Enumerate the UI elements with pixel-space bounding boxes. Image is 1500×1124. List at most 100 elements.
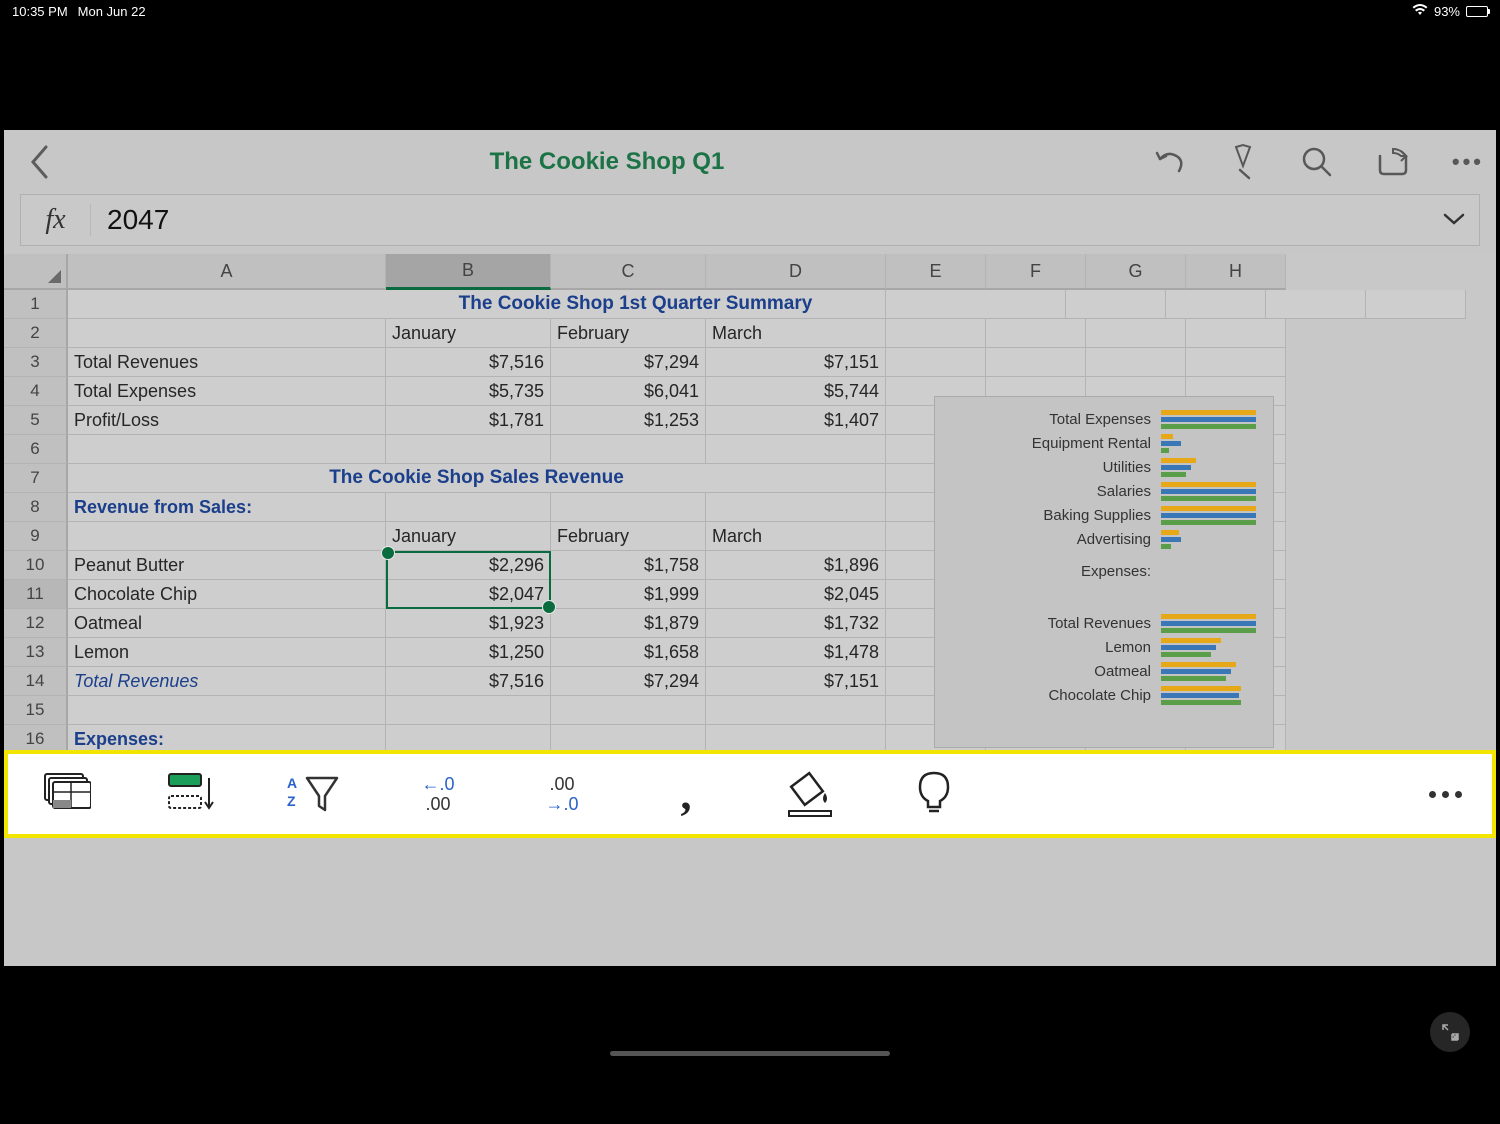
cell-G1[interactable] — [1266, 290, 1366, 319]
cell-A3[interactable]: Total Revenues — [68, 348, 386, 377]
cell-G2[interactable] — [1086, 319, 1186, 348]
row-header-4[interactable]: 4 — [4, 377, 68, 406]
row-header-5[interactable]: 5 — [4, 406, 68, 435]
search-button[interactable] — [1300, 145, 1334, 179]
cell-G3[interactable] — [1086, 348, 1186, 377]
col-header-E[interactable]: E — [886, 254, 986, 290]
cell-F1[interactable] — [1166, 290, 1266, 319]
cell-D13[interactable]: $1,478 — [706, 638, 886, 667]
share-button[interactable] — [1374, 145, 1412, 179]
cell-D6[interactable] — [706, 435, 886, 464]
cell-A12[interactable]: Oatmeal — [68, 609, 386, 638]
col-header-G[interactable]: G — [1086, 254, 1186, 290]
cell-A8[interactable]: Revenue from Sales: — [68, 493, 386, 522]
cell-B12[interactable]: $1,923 — [386, 609, 551, 638]
back-button[interactable] — [16, 145, 62, 179]
col-header-A[interactable]: A — [68, 254, 386, 290]
cell-C13[interactable]: $1,658 — [551, 638, 706, 667]
cell-A1[interactable] — [68, 290, 386, 319]
row-header-2[interactable]: 2 — [4, 319, 68, 348]
select-all-corner[interactable] — [4, 254, 68, 290]
cell-D5[interactable]: $1,407 — [706, 406, 886, 435]
cell-H1[interactable] — [1366, 290, 1466, 319]
cell-A11[interactable]: Chocolate Chip — [68, 580, 386, 609]
title-sales-revenue[interactable]: The Cookie Shop Sales Revenue — [68, 464, 886, 493]
cell-C2[interactable]: February — [551, 319, 706, 348]
col-header-H[interactable]: H — [1186, 254, 1286, 290]
cell-B14[interactable]: $7,516 — [386, 667, 551, 696]
insert-row-button[interactable] — [162, 766, 218, 822]
home-indicator[interactable] — [610, 1051, 890, 1056]
document-title[interactable]: The Cookie Shop Q1 — [62, 148, 1152, 176]
cell-B11[interactable]: $2,047 — [386, 580, 551, 609]
cell-B13[interactable]: $1,250 — [386, 638, 551, 667]
formula-expand-button[interactable] — [1429, 209, 1479, 232]
chart-object[interactable]: Total Expenses Equipment Rental Utilitie… — [934, 396, 1274, 748]
cell-D10[interactable]: $1,896 — [706, 551, 886, 580]
cell-D9[interactable]: March — [706, 522, 886, 551]
row-header-6[interactable]: 6 — [4, 435, 68, 464]
cell-B15[interactable] — [386, 696, 551, 725]
cell-D4[interactable]: $5,744 — [706, 377, 886, 406]
cell-D3[interactable]: $7,151 — [706, 348, 886, 377]
cell-D2[interactable]: March — [706, 319, 886, 348]
row-header-9[interactable]: 9 — [4, 522, 68, 551]
cell-C6[interactable] — [551, 435, 706, 464]
cell-B2[interactable]: January — [386, 319, 551, 348]
cell-C11[interactable]: $1,999 — [551, 580, 706, 609]
toolbar-more-button[interactable] — [1429, 791, 1462, 798]
cell-E1[interactable] — [1066, 290, 1166, 319]
edit-button[interactable] — [1226, 143, 1260, 181]
col-header-F[interactable]: F — [986, 254, 1086, 290]
cell-B4[interactable]: $5,735 — [386, 377, 551, 406]
cell-B9[interactable]: January — [386, 522, 551, 551]
formula-bar[interactable]: fx 2047 — [20, 194, 1480, 246]
cell-A15[interactable] — [68, 696, 386, 725]
row-header-15[interactable]: 15 — [4, 696, 68, 725]
cell-C10[interactable]: $1,758 — [551, 551, 706, 580]
cell-A4[interactable]: Total Expenses — [68, 377, 386, 406]
cell-D11[interactable]: $2,045 — [706, 580, 886, 609]
cell-A10[interactable]: Peanut Butter — [68, 551, 386, 580]
cell-C5[interactable]: $1,253 — [551, 406, 706, 435]
cell-B5[interactable]: $1,781 — [386, 406, 551, 435]
decrease-decimal-button[interactable]: ←.0 .00 — [410, 766, 466, 822]
row-header-1[interactable]: 1 — [4, 290, 68, 319]
row-header-14[interactable]: 14 — [4, 667, 68, 696]
cell-B10[interactable]: $2,296 — [386, 551, 551, 580]
cell-B8[interactable] — [386, 493, 551, 522]
cell-C8[interactable] — [551, 493, 706, 522]
cell-B3[interactable]: $7,516 — [386, 348, 551, 377]
row-header-13[interactable]: 13 — [4, 638, 68, 667]
cell-E3[interactable] — [886, 348, 986, 377]
col-header-C[interactable]: C — [551, 254, 706, 290]
col-header-D[interactable]: D — [706, 254, 886, 290]
cell-D15[interactable] — [706, 696, 886, 725]
row-header-8[interactable]: 8 — [4, 493, 68, 522]
cell-C12[interactable]: $1,879 — [551, 609, 706, 638]
cell-A2[interactable] — [68, 319, 386, 348]
cell-F2[interactable] — [986, 319, 1086, 348]
cell-H3[interactable] — [1186, 348, 1286, 377]
cell-D1[interactable] — [886, 290, 1066, 319]
undo-button[interactable] — [1152, 145, 1186, 179]
cell-A14[interactable]: Total Revenues — [68, 667, 386, 696]
comma-format-button[interactable]: , — [658, 766, 714, 822]
cell-A13[interactable]: Lemon — [68, 638, 386, 667]
row-header-12[interactable]: 12 — [4, 609, 68, 638]
formula-value[interactable]: 2047 — [91, 204, 1429, 236]
cell-C9[interactable]: February — [551, 522, 706, 551]
cell-D8[interactable] — [706, 493, 886, 522]
cell-B6[interactable] — [386, 435, 551, 464]
more-button[interactable]: ••• — [1452, 149, 1484, 175]
title-q1-summary[interactable]: The Cookie Shop 1st Quarter Summary — [386, 290, 886, 319]
increase-decimal-button[interactable]: .00 →.0 — [534, 766, 590, 822]
cell-C3[interactable]: $7,294 — [551, 348, 706, 377]
cell-A6[interactable] — [68, 435, 386, 464]
cell-E2[interactable] — [886, 319, 986, 348]
card-view-button[interactable] — [38, 766, 94, 822]
cell-F3[interactable] — [986, 348, 1086, 377]
ideas-button[interactable] — [906, 766, 962, 822]
cell-C4[interactable]: $6,041 — [551, 377, 706, 406]
row-header-7[interactable]: 7 — [4, 464, 68, 493]
